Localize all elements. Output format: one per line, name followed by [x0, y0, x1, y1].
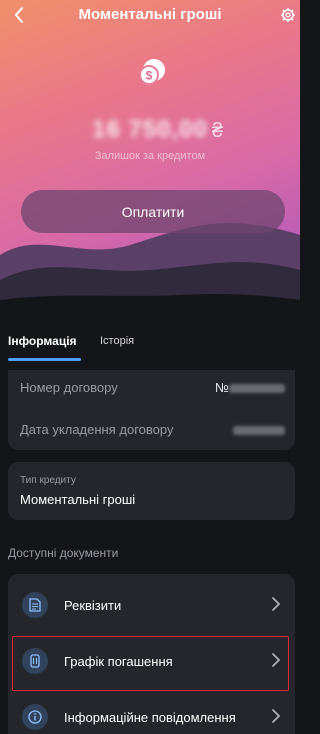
chevron-right-icon — [272, 653, 281, 667]
contract-date-value — [233, 422, 285, 437]
svg-text:$: $ — [146, 69, 153, 83]
documents-section-title: Доступні документи — [8, 546, 119, 560]
active-tab-indicator — [8, 358, 81, 361]
document-item-label: Графік погашення — [64, 654, 173, 669]
redacted-contract-date — [233, 426, 285, 436]
documents-card: Реквізити Графік погашення Інформаційне … — [8, 574, 295, 734]
pay-button[interactable]: Оплатити — [21, 190, 285, 233]
contract-number-prefix: № — [215, 380, 229, 395]
currency-symbol: ₴ — [212, 120, 224, 142]
balance-amount: 16 750,00 — [92, 116, 208, 143]
document-item-info-notice[interactable]: Інформаційне повідомлення — [8, 690, 295, 734]
tab-bar: Інформація Історія — [0, 330, 300, 364]
document-item-repayment-schedule[interactable]: Графік погашення — [8, 634, 295, 686]
document-item-requisites[interactable]: Реквізити — [8, 578, 295, 630]
info-icon-wrap — [22, 704, 48, 730]
credit-type-value: Моментальні гроші — [20, 492, 136, 507]
settings-button[interactable] — [278, 5, 298, 25]
top-bar: Моментальні гроші — [0, 0, 300, 32]
credit-type-card: Тип кредиту Моментальні гроші — [8, 462, 295, 520]
contract-card: Номер договору № Дата укладення договору — [8, 370, 295, 450]
credit-type-label: Тип кредиту — [20, 475, 76, 486]
contract-date-label: Дата укладення договору — [20, 422, 174, 437]
gear-icon — [281, 8, 295, 22]
document-icon — [29, 598, 41, 612]
schedule-icon — [30, 654, 40, 668]
document-icon-wrap — [22, 592, 48, 618]
redacted-contract-number — [229, 384, 285, 394]
coin-icon: $ — [139, 59, 165, 85]
schedule-icon-wrap — [22, 648, 48, 674]
contract-number-value: № — [215, 380, 285, 395]
document-item-label: Інформаційне повідомлення — [64, 710, 236, 725]
chevron-right-icon — [272, 597, 281, 611]
chevron-right-icon — [272, 709, 281, 723]
document-item-label: Реквізити — [64, 598, 122, 613]
tab-information[interactable]: Інформація — [8, 334, 77, 348]
contract-number-label: Номер договору — [20, 380, 118, 395]
info-icon — [28, 710, 42, 724]
page-title: Моментальні гроші — [78, 6, 222, 23]
tab-history[interactable]: Історія — [100, 335, 134, 347]
balance-caption: Залишок за кредитом — [94, 150, 206, 162]
hero-header: Моментальні гроші $ 16 750,00 ₴ Залишок … — [0, 0, 300, 320]
